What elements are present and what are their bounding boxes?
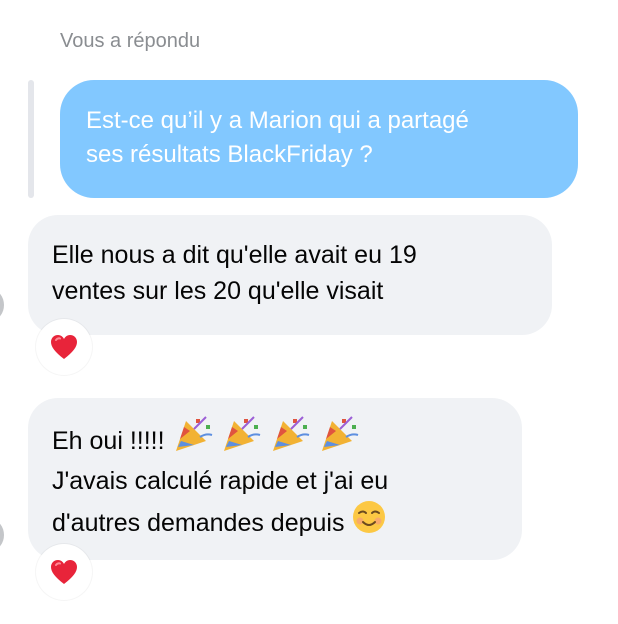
message-line: ventes sur les 20 qu'elle visait <box>52 277 384 305</box>
quoted-message-bubble[interactable]: Est-ce qu’il y a Marion qui a partagé se… <box>60 80 578 198</box>
party-popper-icon <box>269 415 311 463</box>
reply-header: Vous a répondu <box>60 30 201 52</box>
message-reaction[interactable] <box>36 544 92 600</box>
quoted-message-line: ses résultats BlackFriday ? <box>86 141 373 168</box>
party-popper-icon <box>318 415 360 463</box>
quoted-message-line: Est-ce qu’il y a Marion qui a partagé <box>86 107 469 134</box>
heart-icon <box>51 560 77 584</box>
reply-indicator-bar <box>28 80 34 198</box>
message-bubble[interactable]: Eh oui !!!!! J'avais calculé rapide et j… <box>28 398 522 560</box>
smiling-face-icon <box>351 499 387 545</box>
message-line: Eh oui !!!!! <box>52 415 498 463</box>
message-line: Elle nous a dit qu'elle avait eu 19 <box>52 241 417 269</box>
message-reaction[interactable] <box>36 319 92 375</box>
party-popper-icon <box>220 415 262 463</box>
message-bubble[interactable]: Elle nous a dit qu'elle avait eu 19 vent… <box>28 215 552 335</box>
party-popper-icon <box>172 415 214 463</box>
avatar[interactable] <box>0 290 4 320</box>
message-line: J'avais calculé rapide et j'ai eu <box>52 467 389 495</box>
message-line: d'autres demandes depuis <box>52 499 498 545</box>
heart-icon <box>51 335 77 359</box>
message-text: d'autres demandes depuis <box>52 509 352 537</box>
message-text: Eh oui !!!!! <box>52 427 172 455</box>
avatar[interactable] <box>0 520 4 550</box>
